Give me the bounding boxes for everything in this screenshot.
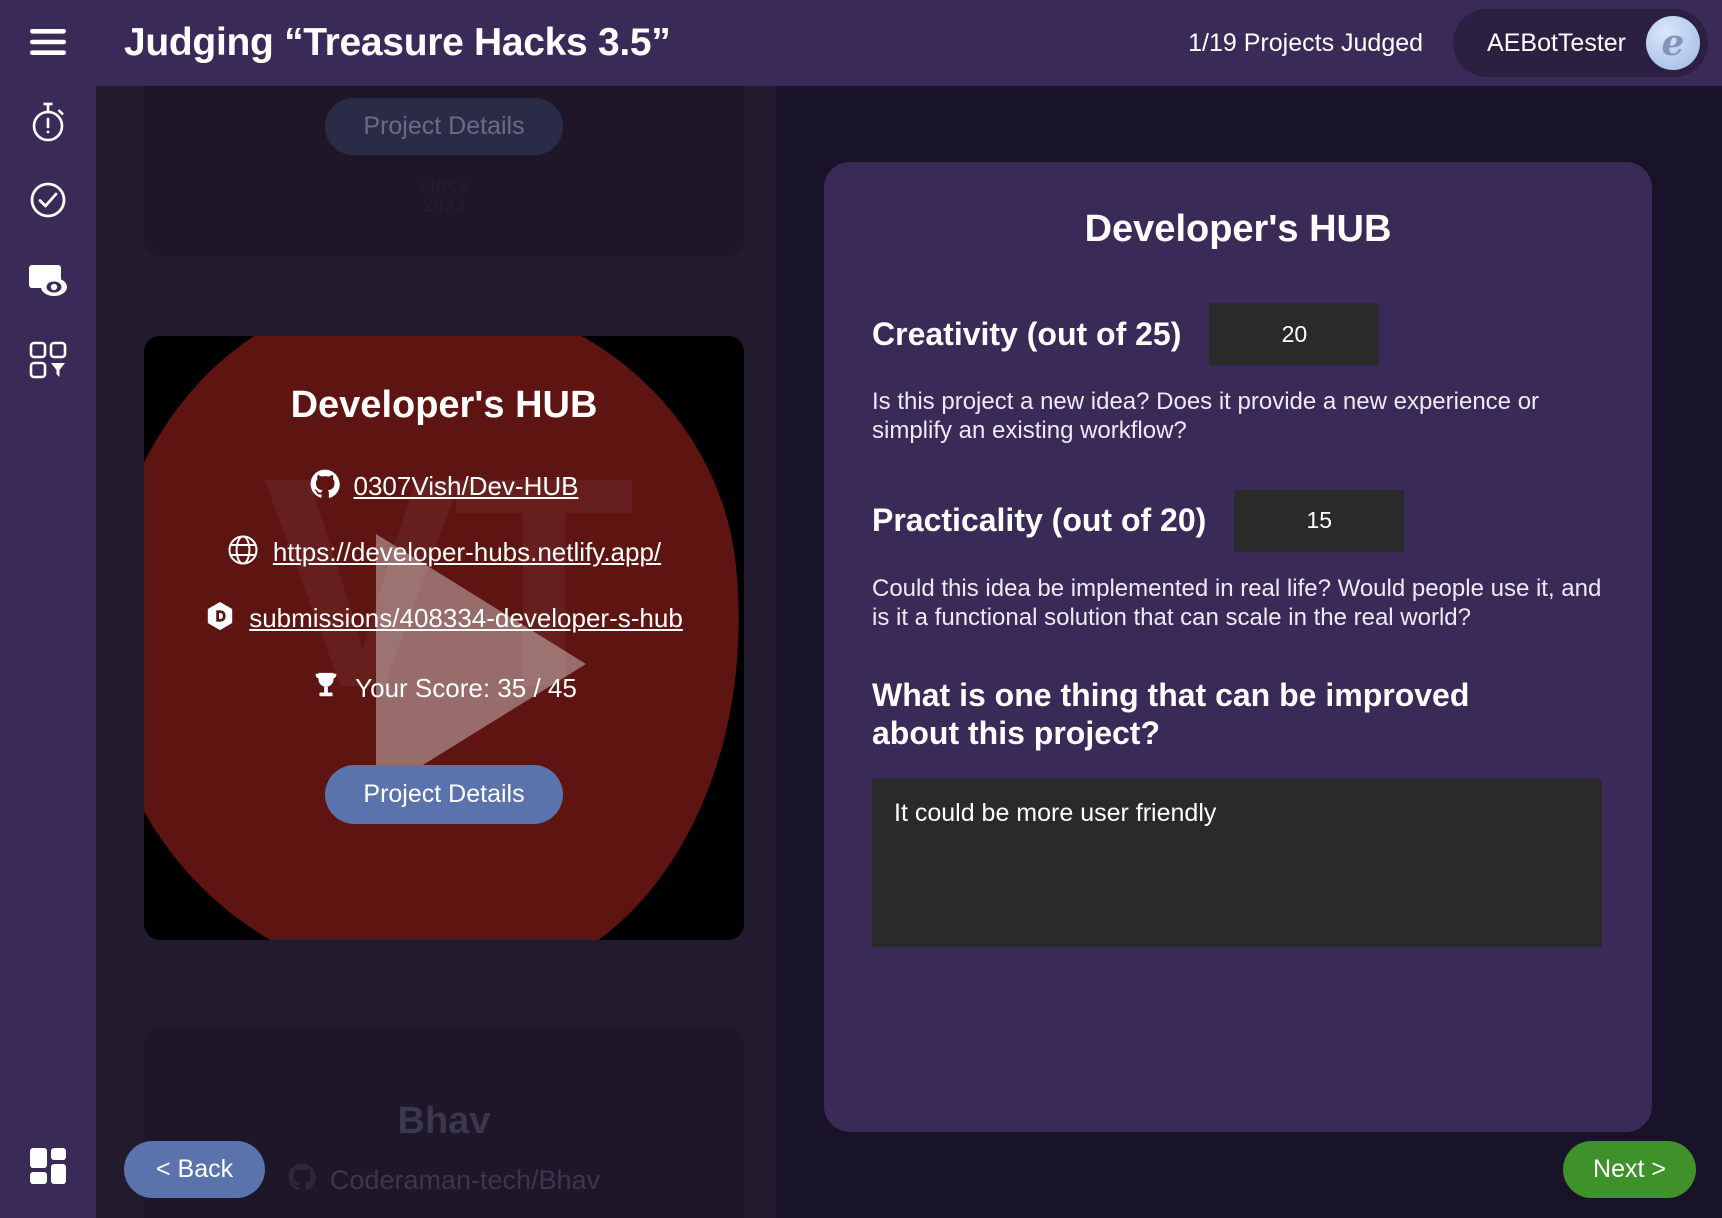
criterion-creativity-label: Creativity (out of 25) [872, 315, 1182, 352]
criterion-creativity-score-input[interactable] [1209, 303, 1380, 365]
project-devpost-link-row[interactable]: submissions/408334-developer-s-hub [205, 601, 683, 636]
project-website-link-row[interactable]: https://developer-hubs.netlify.app/ [227, 534, 661, 571]
project-github-link-row[interactable]: 0307Vish/Dev-HUB [310, 469, 579, 504]
website-link-label[interactable]: https://developer-hubs.netlify.app/ [273, 537, 661, 568]
sidebar-item-preview[interactable] [20, 252, 76, 308]
avatar: e [1646, 16, 1700, 70]
trophy-icon [311, 670, 341, 707]
improvement-block: What is one thing that can be improved a… [872, 676, 1604, 952]
github-icon [310, 469, 340, 504]
app-header: Judging “Treasure Hacks 3.5” 1/19 Projec… [96, 0, 1722, 86]
logo-since-text: since 2023 [419, 175, 469, 218]
criterion-practicality-header: Practicality (out of 20) [872, 489, 1604, 552]
user-name: AEBotTester [1487, 28, 1626, 57]
criterion-practicality-score-input[interactable] [1234, 489, 1405, 552]
project-card-content: Developer's HUB 0307Vish/Dev-HUB https:/… [144, 336, 744, 940]
user-menu-button[interactable]: AEBotTester e [1453, 9, 1708, 77]
judging-panel: Developer's HUB Creativity (out of 25) I… [824, 162, 1652, 1132]
github-link-label[interactable]: 0307Vish/Dev-HUB [354, 471, 579, 502]
github-icon [288, 1163, 316, 1198]
check-circle-icon [28, 180, 68, 220]
project-card-title: Developer's HUB [290, 384, 598, 426]
improvement-textarea[interactable] [872, 778, 1602, 947]
improvement-question: What is one thing that can be improved a… [872, 677, 1470, 752]
sidebar-item-completed[interactable] [20, 172, 76, 228]
next-card-github-row[interactable]: Coderaman-tech/Bhav [288, 1163, 600, 1198]
carousel-card-active[interactable]: VT Developer's HUB 0307Vish/Dev-HUB http… [144, 336, 744, 940]
stopwatch-alert-icon [28, 101, 68, 143]
header-right-group: 1/19 Projects Judged AEBotTester e [1188, 9, 1722, 77]
next-button[interactable]: Next > [1563, 1141, 1696, 1198]
back-button[interactable]: < Back [124, 1141, 266, 1198]
sidebar-item-filter-grid[interactable] [20, 332, 76, 388]
project-details-button[interactable]: Project Details [325, 765, 563, 824]
devpost-icon [205, 601, 235, 636]
criterion-practicality-description: Could this idea be implemented in real l… [872, 574, 1602, 631]
card-preview-eye-icon [27, 262, 69, 298]
criterion-practicality: Practicality (out of 20) Could this idea… [872, 489, 1604, 633]
your-score-row: Your Score: 35 / 45 [311, 670, 577, 707]
project-details-button-previous[interactable]: Project Details [325, 98, 563, 155]
sidebar [0, 0, 96, 1218]
devpost-link-label[interactable]: submissions/408334-developer-s-hub [249, 603, 683, 634]
your-score-label: Your Score: 35 / 45 [355, 673, 577, 703]
sidebar-item-stopwatch-alert[interactable] [20, 94, 76, 150]
judging-project-title: Developer's HUB [1084, 208, 1392, 250]
projects-judged-count: 1/19 Projects Judged [1188, 28, 1424, 57]
hamburger-menu-icon[interactable] [20, 14, 76, 70]
carousel-card-previous[interactable]: Project Details since 2023 [144, 86, 744, 256]
criterion-creativity-header: Creativity (out of 25) [872, 303, 1604, 365]
dashboard-grid-icon [28, 1146, 68, 1186]
next-card-github-label: Coderaman-tech/Bhav [329, 1165, 601, 1195]
sidebar-item-dashboard[interactable] [20, 1138, 76, 1194]
judging-app: Judging “Treasure Hacks 3.5” 1/19 Projec… [0, 0, 1722, 1218]
criterion-practicality-label: Practicality (out of 20) [872, 502, 1207, 539]
page-title: Judging “Treasure Hacks 3.5” [124, 21, 671, 64]
project-carousel: Project Details since 2023 VT Developer'… [96, 86, 776, 1218]
criterion-creativity-description: Is this project a new idea? Does it prov… [872, 388, 1540, 445]
next-card-title: Bhav [397, 1100, 491, 1142]
globe-icon [227, 534, 259, 571]
criterion-creativity: Creativity (out of 25) Is this project a… [872, 303, 1604, 446]
grid-filter-icon [28, 340, 68, 380]
